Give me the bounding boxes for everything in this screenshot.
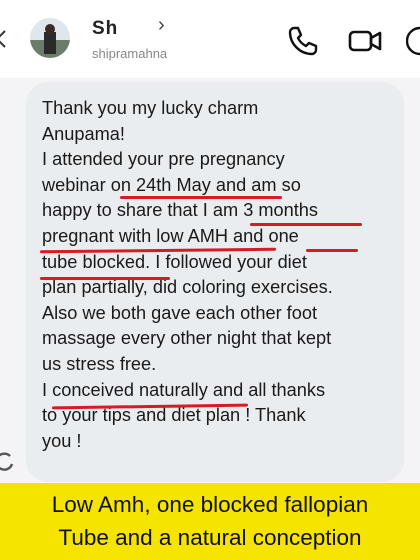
back-arrow-icon[interactable] [0, 30, 6, 48]
chat-header: Sh › shipramahna [0, 0, 420, 78]
message-text: Thank you my lucky charm Anupama! I atte… [42, 96, 402, 454]
more-icon[interactable] [406, 24, 420, 58]
message-line: I conceived naturally and all thanks [42, 379, 326, 400]
message-line: you ! [42, 430, 82, 451]
message-line: us stress free. [42, 353, 157, 374]
message-line: pregnant with low AMH and one [42, 225, 299, 246]
message-line: webinar on 24th May and am so [42, 174, 301, 195]
message-line: happy to share that I am 3 months [42, 200, 319, 221]
banner-line-2: Tube and a natural conception [58, 525, 362, 550]
highlight-underline [306, 249, 358, 252]
message-line: Also we both gave each other foot [42, 302, 318, 323]
highlight-underline [40, 277, 170, 280]
contact-name[interactable]: Sh [92, 18, 118, 40]
chevron-right-icon[interactable]: › [158, 14, 165, 37]
banner-line-1: Low Amh, one blocked fallopian [51, 492, 369, 517]
highlight-underline [250, 223, 362, 226]
message-line: Anupama! [42, 123, 125, 144]
message-line: tube blocked. I followed your diet [42, 251, 307, 272]
avatar[interactable] [30, 18, 70, 58]
reply-icon[interactable] [0, 450, 16, 472]
message-line: Thank you my lucky charm [42, 98, 259, 118]
message-line: I attended your pre pregnancy [42, 149, 285, 170]
highlight-underline [120, 196, 282, 199]
contact-username: shipramahna [92, 46, 168, 61]
phone-icon[interactable] [286, 24, 320, 58]
message-line: massage every other night that kept [42, 328, 332, 349]
video-call-icon[interactable] [348, 24, 382, 58]
caption-banner: Low Amh, one blocked fallopian Tube and … [0, 483, 420, 560]
